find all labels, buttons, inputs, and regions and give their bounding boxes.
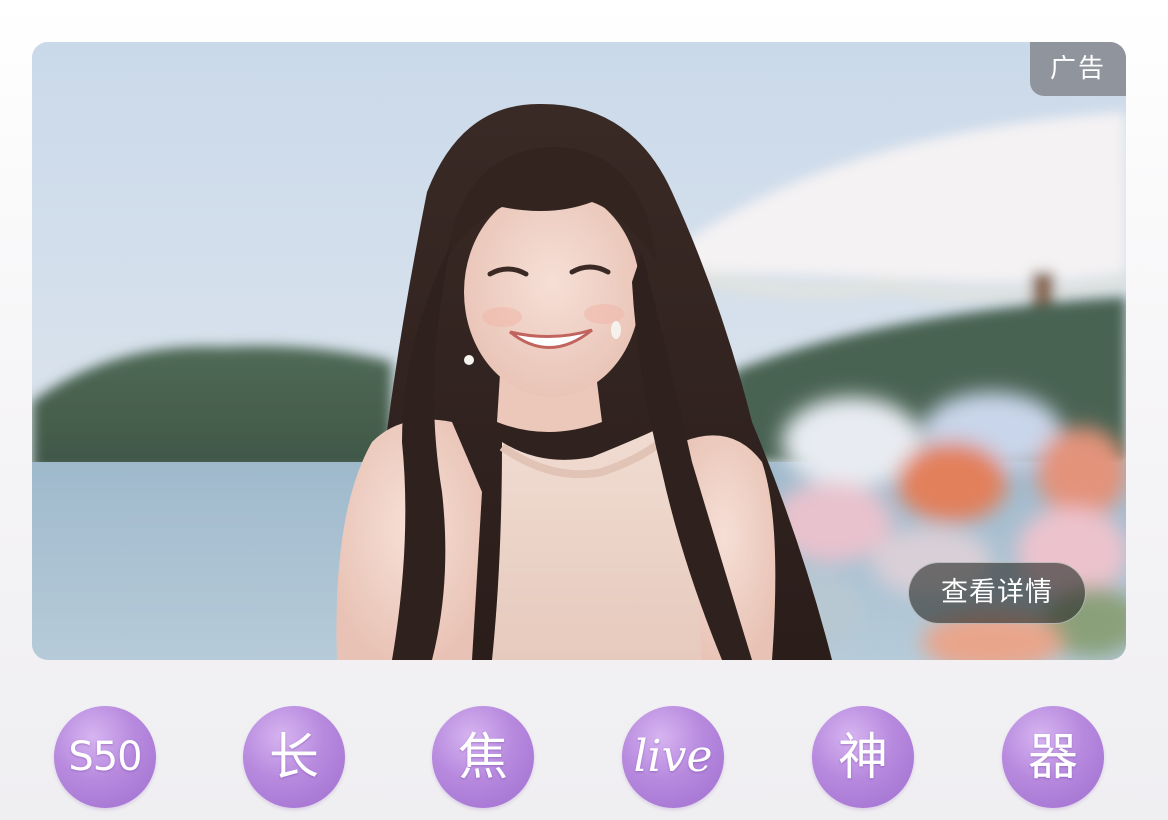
badge-live[interactable]: live bbox=[622, 706, 724, 808]
badge-qi[interactable]: 器 bbox=[1002, 706, 1104, 808]
badge-label: 神 bbox=[838, 728, 888, 786]
ad-banner[interactable]: 广告 查看详情 bbox=[32, 42, 1126, 660]
badge-label: S50 bbox=[68, 734, 142, 780]
badge-label: 长 bbox=[269, 728, 319, 786]
page: 广告 查看详情 S50 长 焦 live 神 器 bbox=[0, 0, 1168, 820]
badge-s50[interactable]: S50 bbox=[54, 706, 156, 808]
badge-label: 器 bbox=[1028, 728, 1078, 786]
badge-jiao[interactable]: 焦 bbox=[432, 706, 534, 808]
badge-label: live bbox=[633, 731, 713, 782]
ad-tag: 广告 bbox=[1030, 42, 1126, 96]
badge-label: 焦 bbox=[458, 728, 508, 786]
view-details-button[interactable]: 查看详情 bbox=[908, 562, 1086, 624]
badge-chang[interactable]: 长 bbox=[243, 706, 345, 808]
badge-shen[interactable]: 神 bbox=[812, 706, 914, 808]
badge-row: S50 长 焦 live 神 器 bbox=[0, 706, 1168, 814]
